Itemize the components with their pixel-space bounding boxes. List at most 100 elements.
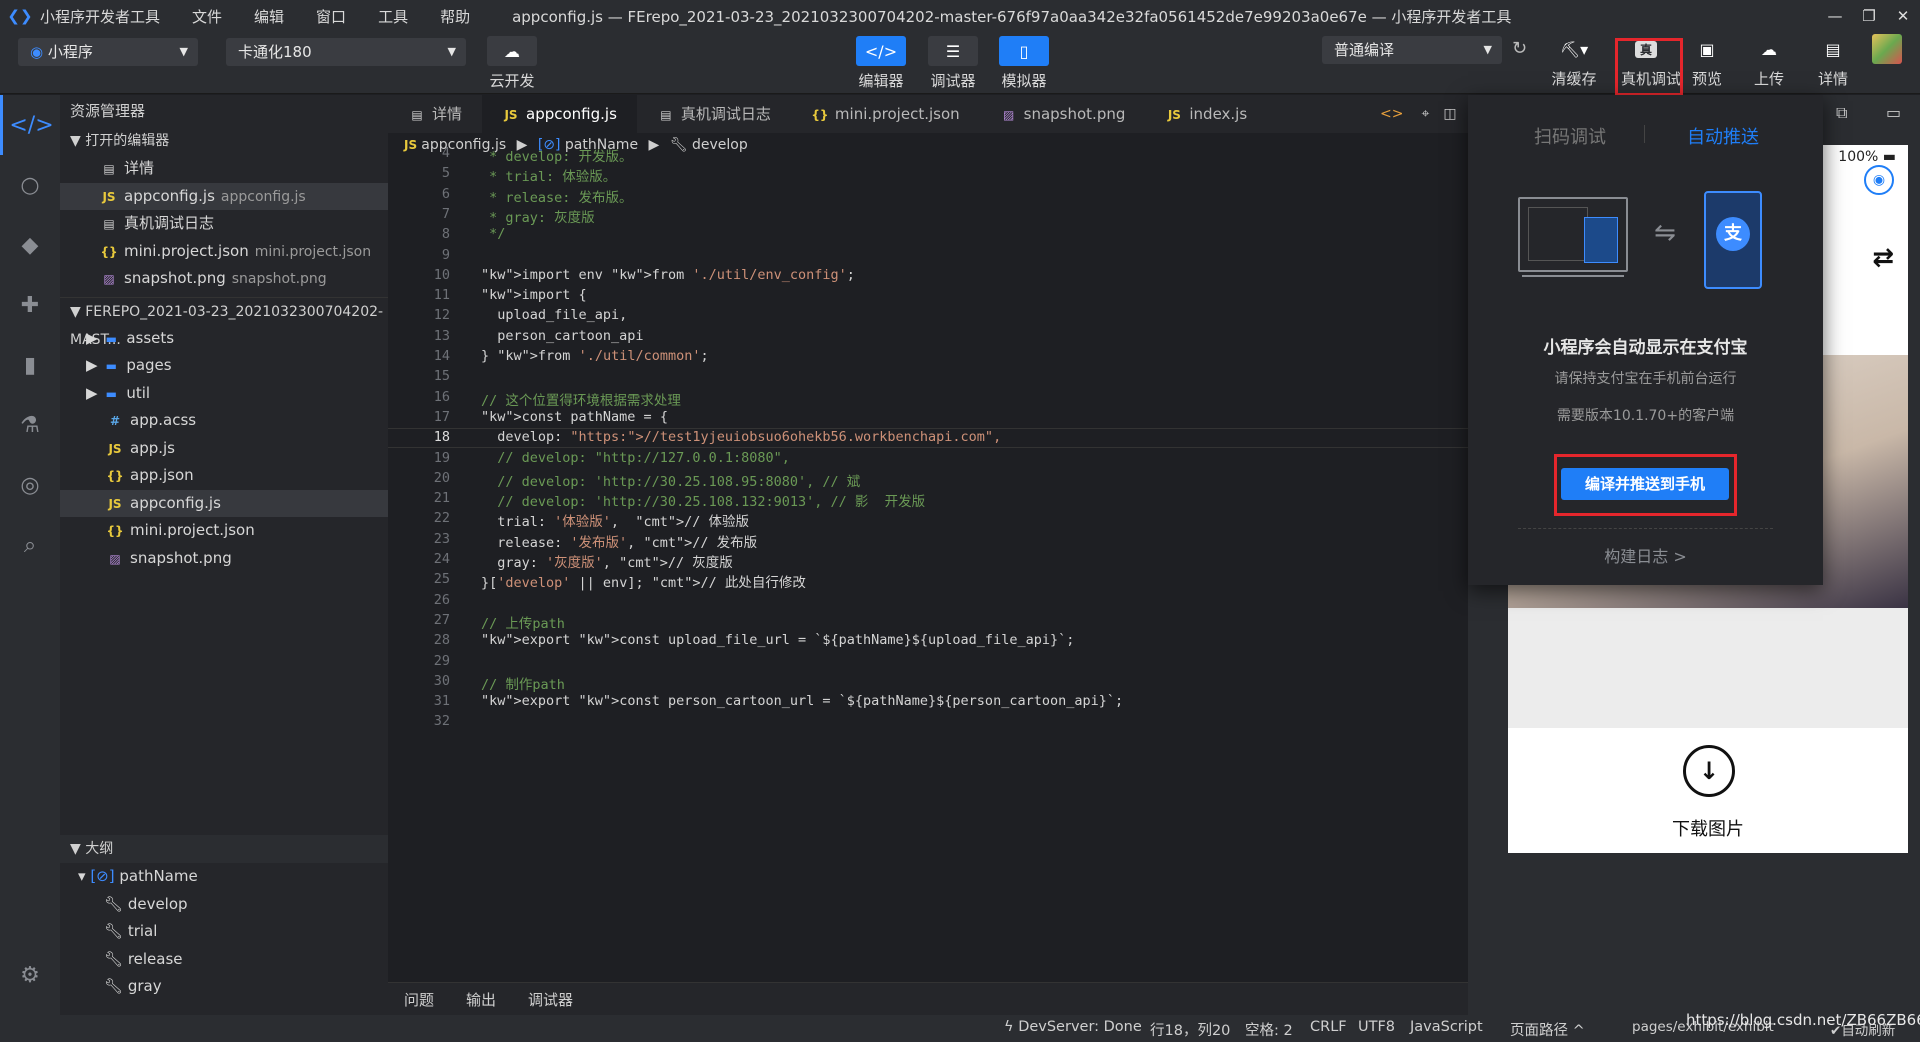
- download-icon[interactable]: ↓: [1683, 745, 1735, 797]
- inspect-icon[interactable]: ⧉: [1836, 103, 1847, 123]
- minimize-icon[interactable]: —: [1818, 0, 1852, 32]
- code-editor-icon[interactable]: </>: [0, 95, 60, 155]
- code-line[interactable]: upload_file_api,: [481, 307, 627, 323]
- search-icon[interactable]: ○: [0, 155, 60, 215]
- devserver-status[interactable]: ϟ DevServer: Done: [1004, 1019, 1142, 1035]
- outline-item[interactable]: 🔧︎ develop: [60, 891, 388, 919]
- maximize-icon[interactable]: ❐: [1852, 0, 1886, 32]
- file-tree-item[interactable]: {} mini.project.json: [60, 517, 388, 545]
- download-label[interactable]: 下载图片: [1508, 815, 1908, 841]
- debugger-toggle-button[interactable]: ☰ 调试器: [928, 36, 978, 91]
- breadcrumb-prop[interactable]: develop: [692, 137, 748, 153]
- menu-item[interactable]: 窗口: [316, 8, 346, 26]
- code-line[interactable]: // develop: 'http://30.25.108.132:9013',…: [481, 490, 925, 510]
- outline-item[interactable]: 🔧︎ trial: [60, 918, 388, 946]
- file-tree-item[interactable]: JS appconfig.js: [60, 489, 388, 517]
- compile-mode-select[interactable]: 普通编译 ▼: [1322, 36, 1502, 64]
- avatar[interactable]: [1872, 34, 1902, 64]
- code-line[interactable]: }['develop' || env]; "cmt">// 此处自行修改: [481, 571, 806, 591]
- project-header[interactable]: ▼ FEREPO_2021-03-23_2021032300704202-MAS…: [60, 296, 388, 348]
- cloud-dev-button[interactable]: ☁ 云开发: [487, 36, 537, 91]
- indent-setting[interactable]: 空格: 2: [1245, 1019, 1293, 1040]
- code-line[interactable]: // 这个位置得环境根据需求处理: [481, 389, 681, 409]
- menu-item[interactable]: 帮助: [440, 8, 470, 26]
- tab-appconfig-js[interactable]: JS appconfig.js: [482, 95, 637, 133]
- panel-tab[interactable]: 问题: [404, 989, 434, 1010]
- tab-index-js[interactable]: JS index.js: [1145, 95, 1267, 133]
- code-line[interactable]: "kw">import env "kw">from './util/env_co…: [481, 267, 855, 283]
- tab-mini-project-json[interactable]: {} mini.project.json: [791, 95, 980, 133]
- open-editor-item[interactable]: {} mini.project.json mini.project.json: [60, 238, 388, 266]
- code-line[interactable]: release: '发布版', "cmt">// 发布版: [481, 531, 757, 551]
- open-editor-item[interactable]: ▤ 真机调试日志: [60, 210, 388, 238]
- focus-icon[interactable]: ⌖: [1421, 106, 1429, 122]
- git-icon[interactable]: ◆: [0, 215, 60, 275]
- code-line[interactable]: * develop: 开发版。: [481, 145, 632, 165]
- code-line[interactable]: // develop: 'http://30.25.108.95:8080', …: [481, 470, 860, 490]
- code-line[interactable]: // 上传path: [481, 612, 565, 632]
- code-line[interactable]: * gray: 灰度版: [481, 206, 595, 226]
- refresh-icon[interactable]: ↻: [1512, 38, 1527, 59]
- code-view-icon[interactable]: <>: [1380, 106, 1403, 122]
- build-log-link[interactable]: 构建日志 >: [1468, 543, 1823, 567]
- project-type-select[interactable]: ◉ 小程序 ▼: [18, 38, 198, 66]
- code-line[interactable]: "kw">export "kw">const person_cartoon_ur…: [481, 693, 1123, 709]
- flask-icon[interactable]: ⚗: [0, 395, 60, 455]
- editor-toggle-button[interactable]: </> 编辑器: [856, 36, 906, 91]
- clear-cache-button[interactable]: ⛏▾ 清缓存: [1549, 34, 1599, 89]
- book-icon[interactable]: ▮: [0, 335, 60, 395]
- outline-root-item[interactable]: ▾ [⊘] pathName: [60, 863, 388, 891]
- open-editor-item[interactable]: JS appconfig.js appconfig.js: [60, 182, 388, 210]
- file-tree-item[interactable]: ▶ ▬ pages: [60, 352, 388, 380]
- split-editor-icon[interactable]: ◫: [1443, 106, 1456, 122]
- code-line[interactable]: person_cartoon_api: [481, 328, 643, 344]
- code-line[interactable]: "kw">export "kw">const upload_file_url =…: [481, 632, 1074, 648]
- tab--[interactable]: ▤ 真机调试日志: [637, 95, 791, 133]
- encoding-setting[interactable]: UTF8: [1358, 1019, 1395, 1035]
- code-line[interactable]: */: [481, 226, 505, 242]
- menu-item[interactable]: 工具: [378, 8, 408, 26]
- upload-button[interactable]: ☁ 上传: [1744, 34, 1794, 89]
- code-editor[interactable]: 4 * develop: 开发版。 5 * trial: 体验版。 6 * rele…: [388, 145, 1468, 982]
- device-select[interactable]: 卡通化180 ▼: [226, 38, 466, 66]
- outline-item[interactable]: 🔧︎ release: [60, 946, 388, 974]
- simulator-toggle-button[interactable]: ▯ 模拟器: [999, 36, 1049, 91]
- panel-tab[interactable]: 调试器: [528, 989, 573, 1010]
- code-line[interactable]: * trial: 体验版。: [481, 165, 616, 185]
- code-line[interactable]: // 制作path: [481, 673, 565, 693]
- code-line[interactable]: "kw">import {: [481, 287, 587, 303]
- extensions-icon[interactable]: ✚: [0, 275, 60, 335]
- support-icon[interactable]: ◎: [0, 455, 60, 515]
- file-tree-item[interactable]: ▨ snapshot.png: [60, 545, 388, 573]
- close-icon[interactable]: ✕: [1886, 0, 1920, 32]
- open-editor-item[interactable]: ▨ snapshot.png snapshot.png: [60, 265, 388, 293]
- details-button[interactable]: ▤ 详情: [1808, 34, 1858, 89]
- cursor-position[interactable]: 行18，列20: [1150, 1019, 1230, 1040]
- file-tree-item[interactable]: ▶ ▬ util: [60, 380, 388, 408]
- capsule-close-icon[interactable]: ◉: [1864, 165, 1894, 195]
- code-line[interactable]: // develop: "http://127.0.0.1:8080",: [481, 450, 790, 466]
- gear-icon[interactable]: ⚙: [0, 945, 60, 1005]
- panel-tab[interactable]: 输出: [466, 989, 496, 1010]
- code-line[interactable]: trial: '体验版', "cmt">// 体验版: [481, 510, 749, 530]
- menu-item[interactable]: 小程序开发者工具: [40, 8, 160, 26]
- open-editor-item[interactable]: ▤ 详情: [60, 155, 388, 183]
- open-editors-header[interactable]: ▼ 打开的编辑器: [60, 127, 388, 155]
- outline-item[interactable]: 🔧︎ gray: [60, 973, 388, 1001]
- menu-item[interactable]: 编辑: [254, 8, 284, 26]
- file-tree-item[interactable]: {} app.json: [60, 462, 388, 490]
- code-line[interactable]: * release: 发布版。: [481, 186, 632, 206]
- tab--[interactable]: ▤ 详情: [388, 95, 482, 133]
- code-line[interactable]: } "kw">from './util/common';: [481, 348, 709, 364]
- file-tree-item[interactable]: JS app.js: [60, 435, 388, 463]
- tab-auto-push[interactable]: 自动推送: [1687, 123, 1759, 149]
- tab-scan-debug[interactable]: 扫码调试: [1534, 123, 1606, 149]
- file-tree-item[interactable]: ▶ ▬ assets: [60, 325, 388, 353]
- swap-icon[interactable]: ⇄: [1872, 243, 1894, 273]
- code-line[interactable]: develop: "https:">//test1yjeuiobsuo6ohek…: [481, 429, 1001, 445]
- window-icon[interactable]: ▭: [1886, 103, 1901, 122]
- tab-snapshot-png[interactable]: ▨ snapshot.png: [980, 95, 1146, 133]
- menu-item[interactable]: 文件: [192, 8, 222, 26]
- page-path-toggle[interactable]: 页面路径 ^: [1510, 1019, 1585, 1040]
- language-mode[interactable]: JavaScript: [1410, 1019, 1483, 1035]
